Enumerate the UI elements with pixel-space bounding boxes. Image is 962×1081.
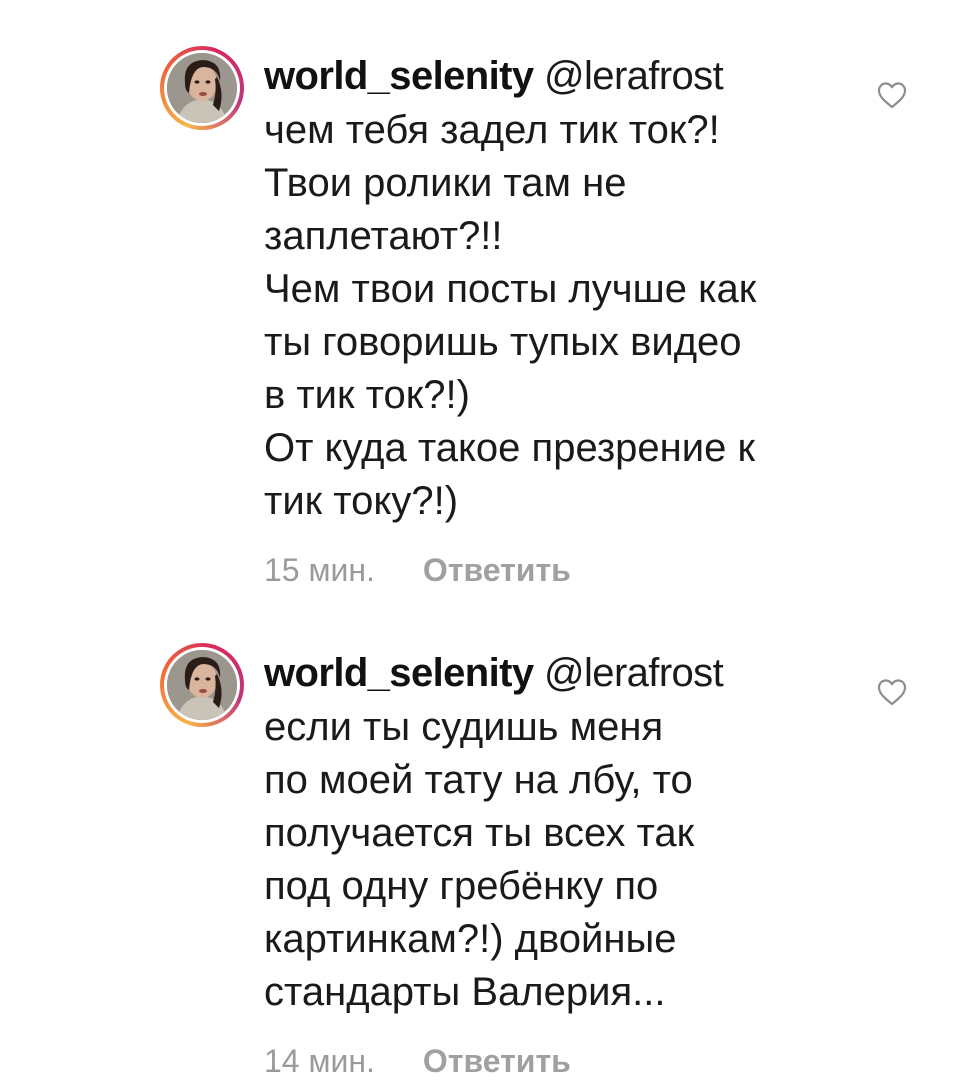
comment-text-line: стандарты Валерия... <box>264 970 666 1014</box>
username-link[interactable]: world_selenity <box>264 651 534 695</box>
comment-header: world_selenity @lerafrost <box>264 651 854 695</box>
comment-text-line: чем тебя задел тик ток?! <box>264 108 720 152</box>
comment-body: world_selenity @lerafrost если ты судишь… <box>264 651 854 1081</box>
avatar <box>167 53 237 123</box>
comment-text-line: Чем твои посты лучше как <box>264 267 757 311</box>
avatar <box>167 650 237 720</box>
comment-text-line: картинкам?!) двойные <box>264 917 677 961</box>
avatar-gap <box>164 50 240 126</box>
comment-body: world_selenity @lerafrost чем тебя задел… <box>264 54 854 590</box>
comment-text: если ты судишь меня по моей тату на лбу,… <box>264 701 854 1019</box>
heart-outline-icon[interactable] <box>876 677 908 707</box>
comment-meta: 15 мин. Ответить <box>264 550 854 590</box>
mention-link[interactable]: @lerafrost <box>544 54 724 98</box>
comment-text: чем тебя задел тик ток?! Твои ролики там… <box>264 104 854 528</box>
comment-text-line: От куда такое презрение к <box>264 426 755 470</box>
avatar-gap <box>164 647 240 723</box>
comment-text-line: заплетают?!! <box>264 214 503 258</box>
mention-link[interactable]: @lerafrost <box>544 651 724 695</box>
comment-text-line: Твои ролики там не <box>264 161 627 205</box>
comment-header: world_selenity @lerafrost <box>264 54 854 98</box>
avatar-story-ring[interactable] <box>160 643 244 727</box>
comment-timestamp: 14 мин. <box>264 1043 375 1079</box>
reply-button[interactable]: Ответить <box>423 552 571 588</box>
comment-text-line: если ты судишь меня <box>264 705 664 749</box>
comment-text-line: под одну гребёнку по <box>264 864 659 908</box>
comment-timestamp: 15 мин. <box>264 552 375 588</box>
username-link[interactable]: world_selenity <box>264 54 534 98</box>
avatar-photo <box>167 650 237 720</box>
reply-button[interactable]: Ответить <box>423 1043 571 1079</box>
avatar-photo <box>167 53 237 123</box>
comment-text-line: получается ты всех так <box>264 811 695 855</box>
avatar-story-ring[interactable] <box>160 46 244 130</box>
comment-meta: 14 мин. Ответить <box>264 1041 854 1081</box>
comment-text-line: ты говоришь тупых видео <box>264 320 742 364</box>
comment-text-line: в тик ток?!) <box>264 373 470 417</box>
comment-text-line: тик току?!) <box>264 479 459 523</box>
comment-text-line: по моей тату на лбу, то <box>264 758 693 802</box>
heart-outline-icon[interactable] <box>876 80 908 110</box>
